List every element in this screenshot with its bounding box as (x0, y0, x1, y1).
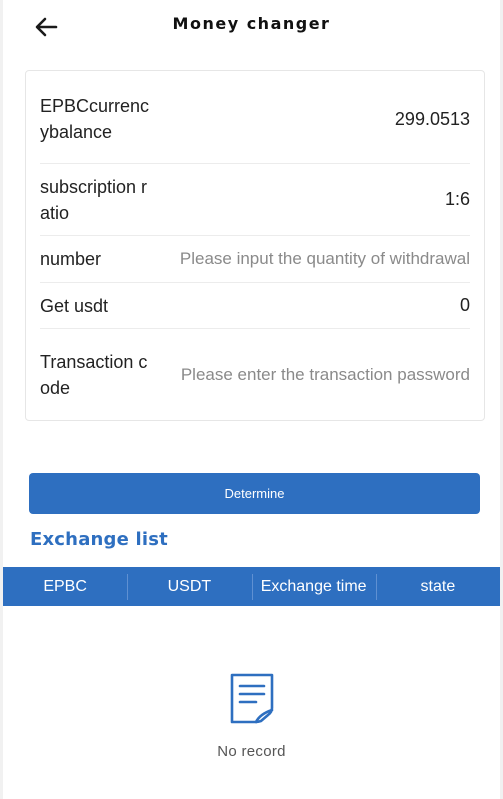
app-frame: Money changer EPBCcurrencybalance 299.05… (0, 0, 503, 799)
balance-value: 299.0513 (394, 108, 470, 129)
ratio-label: subscription ratio (40, 176, 148, 223)
page-title: Money changer (172, 14, 331, 33)
get-usdt-label: Get usdt (40, 295, 109, 316)
column-header-epbc: EPBC (43, 577, 87, 595)
top-bar: Money changer (3, 0, 500, 52)
determine-button[interactable]: Determine (29, 473, 480, 514)
ratio-value: 1:6 (444, 189, 470, 209)
no-record-text: No record (217, 743, 286, 760)
column-header-state: state (375, 573, 500, 600)
column-header-exchange-time: Exchange time (251, 573, 376, 600)
transaction-code-label: Transaction code (40, 351, 148, 398)
document-icon (230, 673, 273, 724)
transaction-code-row: Transaction code (40, 329, 470, 420)
get-usdt-value: 0 (459, 295, 470, 315)
ratio-row: subscription ratio 1:6 (40, 164, 470, 236)
exchange-form-card: EPBCcurrencybalance 299.0513 subscriptio… (25, 70, 485, 421)
exchange-list-title: Exchange list (30, 529, 168, 550)
number-row: number (40, 236, 470, 283)
empty-state: No record (3, 672, 500, 760)
transaction-password-input[interactable] (151, 364, 470, 385)
balance-row: EPBCcurrencybalance 299.0513 (40, 71, 470, 164)
balance-label: EPBCcurrencybalance (40, 96, 150, 142)
get-usdt-row: Get usdt 0 (40, 283, 470, 329)
number-input[interactable] (151, 249, 470, 269)
column-header-usdt: USDT (127, 573, 251, 600)
exchange-list-header: EPBC USDT Exchange time state (3, 567, 500, 606)
number-label: number (40, 249, 102, 269)
